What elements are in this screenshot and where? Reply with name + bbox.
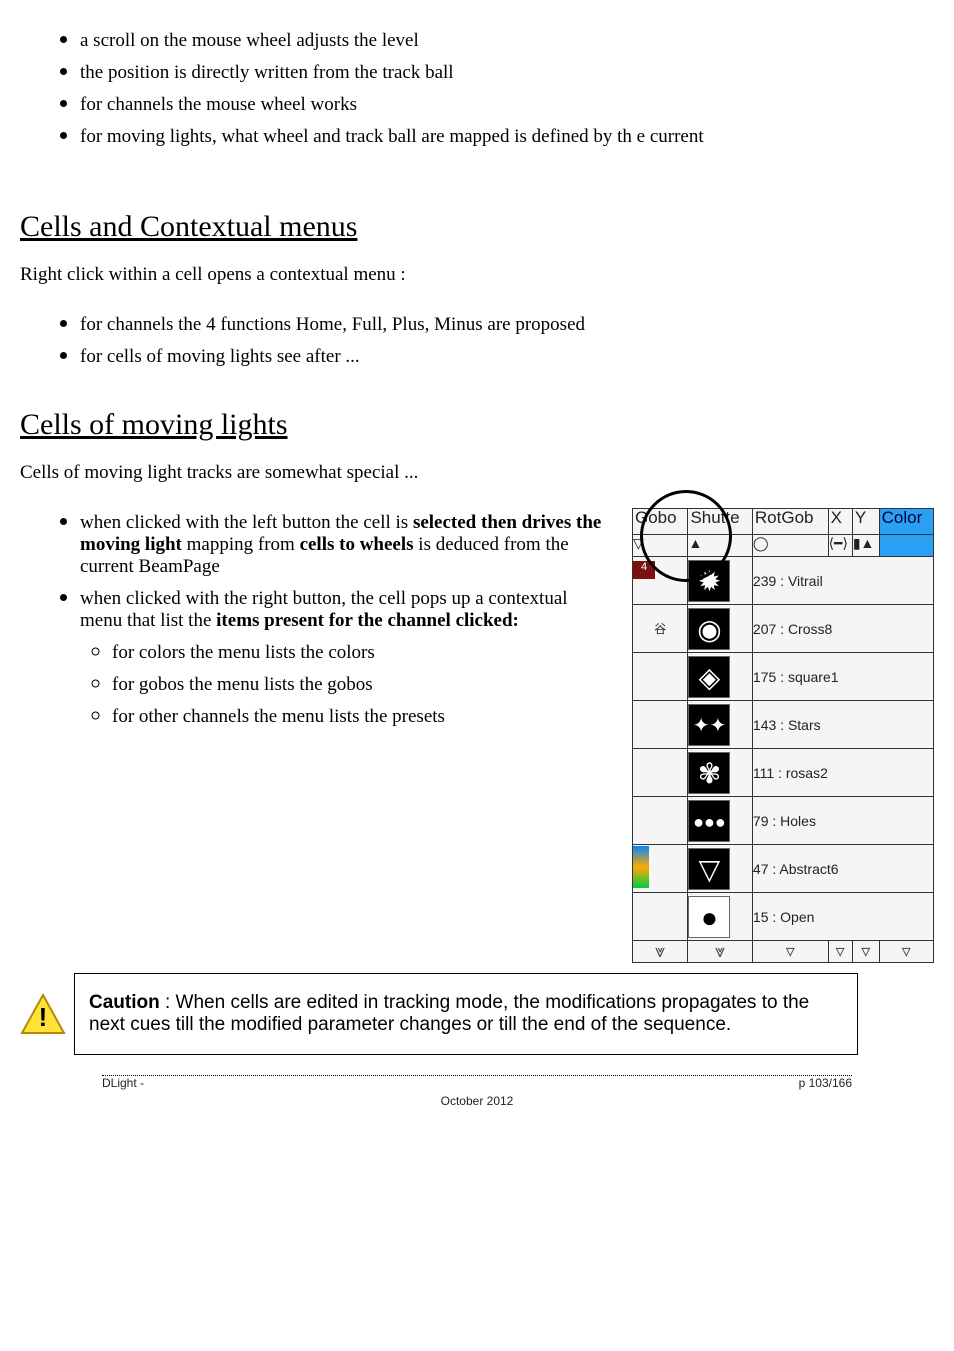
- gobo-item-label[interactable]: 111 : rosas2: [752, 749, 933, 797]
- gobo-item-label[interactable]: 79 : Holes: [752, 797, 933, 845]
- gobo-item-cell[interactable]: ●: [688, 893, 752, 941]
- gobo-item-label[interactable]: 175 : square1: [752, 653, 933, 701]
- section-heading-cells-contextual: Cells and Contextual menus: [20, 210, 934, 244]
- gobo-square1-icon: ◈: [688, 656, 730, 698]
- col-header-color: Color: [879, 509, 933, 535]
- footer-right: p 103/166: [799, 1076, 852, 1090]
- gobo-table: Gobo Shutte RotGob X Y Color ▽ ▲ ◯ ⟨━⟩ ▮…: [632, 508, 934, 963]
- section-heading-cells-moving-lights: Cells of moving lights: [20, 408, 934, 442]
- shutter-cell-icon[interactable]: ▲: [688, 535, 752, 557]
- svg-text:!: !: [39, 1002, 48, 1032]
- list-item: for moving lights, what wheel and track …: [80, 122, 934, 170]
- mouse-behavior-list: a scroll on the mouse wheel adjusts the …: [20, 26, 934, 84]
- gobo-vitrail-icon: ✹: [688, 560, 730, 602]
- scroll-down-icon[interactable]: ⩔: [688, 941, 752, 963]
- gobo-item-label[interactable]: 15 : Open: [752, 893, 933, 941]
- contextual-menu-list: for channels the 4 functions Home, Full,…: [20, 310, 934, 368]
- gobo-cross8-icon: ◉: [688, 608, 730, 650]
- footer-left: DLight -: [102, 1076, 144, 1090]
- gobo-item-label[interactable]: 207 : Cross8: [752, 605, 933, 653]
- gobo-holes-icon: ●●●: [688, 800, 730, 842]
- gobo-open-icon: ●: [688, 896, 730, 938]
- list-item: for cells of moving lights see after ...: [80, 342, 934, 368]
- gobo-abstract6-icon: ▽: [688, 848, 730, 890]
- col-header-rotgob: RotGob: [752, 509, 828, 535]
- gobo-item-label[interactable]: 47 : Abstract6: [752, 845, 933, 893]
- gobo-item-cell[interactable]: ✾: [688, 749, 752, 797]
- list-item: a scroll on the mouse wheel adjusts the …: [80, 26, 934, 52]
- gobo-item-cell[interactable]: ✹: [688, 557, 752, 605]
- gobo-stars-icon: ✦✦: [688, 704, 730, 746]
- scroll-down-icon[interactable]: ▿: [828, 941, 852, 963]
- scroll-down-icon[interactable]: ▿: [852, 941, 879, 963]
- gobo-item-cell[interactable]: ◉: [688, 605, 752, 653]
- footer-center: October 2012: [102, 1090, 852, 1108]
- caution-box: ! Caution : When cells are edited in tra…: [20, 973, 934, 1055]
- list-item: for channels the mouse wheel works: [80, 90, 934, 116]
- section-subtext: Right click within a cell opens a contex…: [20, 264, 934, 286]
- gobo-item-cell[interactable]: ✦✦: [688, 701, 752, 749]
- gobo-item-label[interactable]: 143 : Stars: [752, 701, 933, 749]
- col-header-x: X: [828, 509, 852, 535]
- scroll-down-icon[interactable]: ▿: [879, 941, 933, 963]
- warning-icon: !: [20, 993, 66, 1035]
- channel-behavior-list: for channels the mouse wheel works for m…: [20, 90, 934, 170]
- section-subtext: Cells of moving light tracks are somewha…: [20, 462, 934, 484]
- page-footer: DLight - p 103/166 October 2012: [102, 1076, 852, 1108]
- gobo-rosas2-icon: ✾: [688, 752, 730, 794]
- col-header-y: Y: [852, 509, 879, 535]
- col-header-shutter: Shutte: [688, 509, 752, 535]
- caution-text: Caution : When cells are edited in track…: [74, 973, 858, 1055]
- gobo-popup-screenshot: Gobo Shutte RotGob X Y Color ▽ ▲ ◯ ⟨━⟩ ▮…: [632, 508, 934, 963]
- gobo-item-cell[interactable]: ▽: [688, 845, 752, 893]
- rotgob-cell-icon[interactable]: ◯: [752, 535, 828, 557]
- y-cell-icon[interactable]: ▮▲: [852, 535, 879, 557]
- gobo-item-label[interactable]: 239 : Vitrail: [752, 557, 933, 605]
- gobo-cell-icon[interactable]: ▽: [633, 535, 688, 557]
- scroll-down-icon[interactable]: ⩔: [633, 941, 688, 963]
- gobo-item-cell[interactable]: ◈: [688, 653, 752, 701]
- color-cell-icon[interactable]: [879, 535, 933, 557]
- x-cell-icon[interactable]: ⟨━⟩: [828, 535, 852, 557]
- list-item: the position is directly written from th…: [80, 58, 934, 84]
- list-item: for channels the 4 functions Home, Full,…: [80, 310, 934, 336]
- gobo-item-cell[interactable]: ●●●: [688, 797, 752, 845]
- scroll-down-icon[interactable]: ▿: [752, 941, 828, 963]
- col-header-gobo: Gobo: [633, 509, 688, 535]
